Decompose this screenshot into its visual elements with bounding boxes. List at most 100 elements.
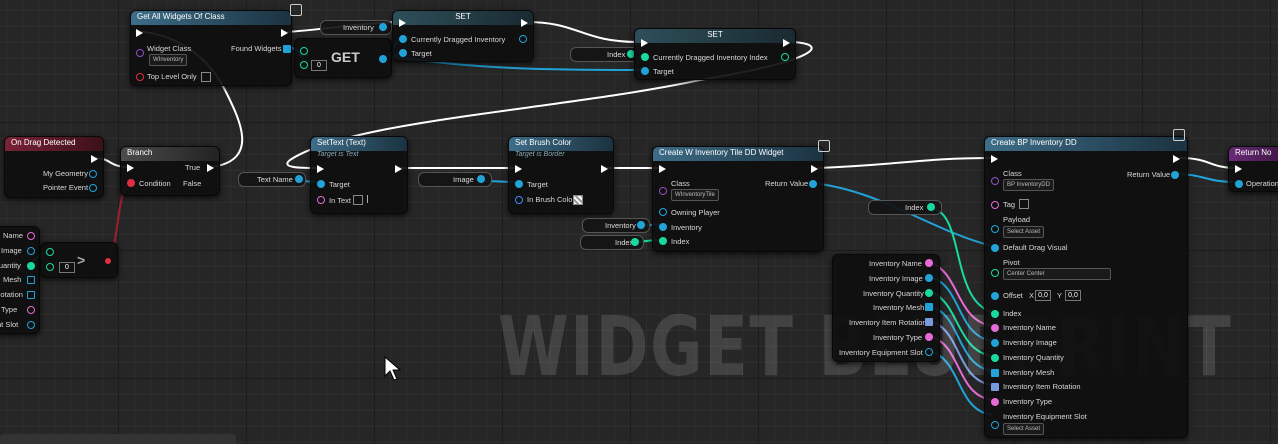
tag-input[interactable]	[1019, 199, 1029, 209]
left-variable-node[interactable]: Name Image Quantity Mesh Rotation Type n…	[0, 226, 40, 334]
var-quantity-pin[interactable]	[925, 289, 933, 297]
compare-a-pin[interactable]	[46, 248, 54, 256]
compare-out-pin[interactable]	[105, 258, 111, 264]
index-reroute-top[interactable]: Index	[570, 47, 640, 62]
bp-inv-slot-pin[interactable]	[991, 421, 999, 429]
pivot-dropdown[interactable]: Center Center	[1003, 268, 1111, 280]
exec-out-pin[interactable]	[1173, 155, 1180, 163]
create-bp-inventory-dd-node[interactable]: Create BP Inventory DD Class BP Inventor…	[984, 129, 1188, 438]
set-dragged-inventory-node[interactable]: SET Currently Dragged Inventory Target	[392, 10, 534, 62]
bp-index-pin[interactable]	[991, 310, 999, 318]
exec-out-pin[interactable]	[783, 39, 790, 47]
index-reroute-2[interactable]: Index	[580, 235, 644, 250]
slot-pin[interactable]	[27, 321, 35, 329]
index-reroute-2-pin[interactable]	[631, 238, 639, 246]
get-out-pin[interactable]	[379, 55, 387, 63]
class-pin[interactable]	[659, 187, 667, 195]
inventory-pin[interactable]	[659, 223, 667, 231]
class-dropdown[interactable]: BP InventoryDD	[1003, 179, 1054, 191]
text-name-pin[interactable]	[295, 175, 303, 183]
target-pin[interactable]	[399, 49, 407, 57]
offset-pin[interactable]	[991, 292, 999, 300]
var-image-pin[interactable]	[925, 274, 933, 282]
var-name-pin[interactable]	[925, 259, 933, 267]
get-all-widgets-node[interactable]: Get All Widgets Of Class Widget Class WI…	[130, 10, 292, 86]
type-pin[interactable]	[27, 306, 35, 314]
bp-inv-type-pin[interactable]	[991, 398, 999, 406]
payload-dropdown[interactable]: Select Asset	[1003, 226, 1045, 238]
payload-pin[interactable]	[991, 225, 999, 233]
get-node[interactable]: 0 GET	[294, 38, 392, 78]
exec-in-pin[interactable]	[136, 29, 143, 37]
widget-class-pin[interactable]	[136, 49, 144, 57]
false-pin[interactable]	[207, 180, 214, 188]
exec-in-pin[interactable]	[127, 164, 134, 172]
in-brush-pin[interactable]	[515, 196, 523, 204]
return-node[interactable]: Return No Operation	[1228, 146, 1278, 192]
get-index-pin[interactable]	[300, 61, 308, 69]
exec-out-pin[interactable]	[281, 29, 288, 37]
quantity-pin[interactable]	[27, 262, 35, 270]
brush-color-swatch[interactable]	[573, 195, 583, 205]
exec-in-pin[interactable]	[317, 165, 324, 173]
get-array-pin[interactable]	[300, 47, 308, 55]
pointer-event-pin[interactable]	[89, 184, 97, 192]
inventory-reroute-2[interactable]: Inventory	[582, 218, 650, 233]
target-pin[interactable]	[317, 180, 325, 188]
exec-in-pin[interactable]	[659, 165, 666, 173]
inventory-reroute-2-pin[interactable]	[637, 221, 645, 229]
bp-inv-name-pin[interactable]	[991, 324, 999, 332]
var-rotation-pin[interactable]	[925, 318, 933, 326]
default-drag-pin[interactable]	[991, 244, 999, 252]
operation-pin[interactable]	[1235, 180, 1243, 188]
condition-pin[interactable]	[127, 179, 135, 187]
exec-out-pin[interactable]	[395, 165, 402, 173]
exec-in-pin[interactable]	[1235, 165, 1242, 173]
get-index-input[interactable]: 0	[311, 60, 327, 71]
exec-in-pin[interactable]	[991, 155, 998, 163]
image-reroute[interactable]: Image	[418, 172, 492, 187]
on-drag-detected-node[interactable]: On Drag Detected My Geometry Pointer Eve…	[4, 136, 104, 198]
var-slot-pin[interactable]	[925, 348, 933, 356]
bottom-tab-bar[interactable]	[0, 434, 236, 444]
offset-x-input[interactable]: 0,0	[1035, 290, 1051, 301]
widget-class-dropdown[interactable]: WInventory	[149, 54, 188, 66]
branch-node[interactable]: Branch True Condition False	[120, 146, 220, 196]
index-reroute-3-pin[interactable]	[927, 203, 935, 211]
target-pin[interactable]	[515, 180, 523, 188]
inventory-reroute[interactable]: Inventory	[320, 20, 392, 35]
pivot-pin[interactable]	[991, 269, 999, 277]
return-value-pin[interactable]	[809, 180, 817, 188]
bp-inv-slot-dropdown[interactable]: Select Asset	[1003, 423, 1045, 435]
inventory-variables-node[interactable]: Inventory Name Inventory Image Inventory…	[832, 254, 940, 362]
mesh-pin[interactable]	[27, 276, 35, 284]
compare-b-input[interactable]: 0	[59, 262, 75, 273]
exec-out-pin[interactable]	[811, 165, 818, 173]
true-pin[interactable]	[207, 164, 214, 172]
target-pin[interactable]	[641, 67, 649, 75]
image-pin[interactable]	[27, 247, 35, 255]
owning-player-pin[interactable]	[659, 208, 667, 216]
set2-out-pin[interactable]	[781, 53, 789, 61]
set-dragged-index-node[interactable]: SET Currently Dragged Inventory Index Ta…	[634, 28, 796, 80]
exec-in-pin[interactable]	[515, 165, 522, 173]
tag-pin[interactable]	[991, 201, 999, 209]
top-level-checkbox[interactable]	[201, 72, 211, 82]
return-value-pin[interactable]	[1171, 171, 1179, 179]
var-type-pin[interactable]	[925, 333, 933, 341]
dragged-index-pin[interactable]	[641, 53, 649, 61]
my-geometry-pin[interactable]	[89, 170, 97, 178]
image-reroute-pin[interactable]	[477, 175, 485, 183]
in-text-input[interactable]	[353, 195, 363, 205]
exec-out-pin[interactable]	[521, 19, 528, 27]
rotation-pin[interactable]	[27, 291, 35, 299]
var-mesh-pin[interactable]	[925, 303, 933, 311]
set-brush-color-node[interactable]: Set Brush Color Target is Border Target …	[508, 136, 614, 214]
exec-out-pin[interactable]	[601, 165, 608, 173]
bp-inv-rotation-pin[interactable]	[991, 383, 999, 391]
index-reroute-3[interactable]: Index	[868, 200, 942, 215]
compare-node[interactable]: 0 >	[40, 242, 118, 278]
class-pin[interactable]	[991, 177, 999, 185]
class-dropdown[interactable]: WInventoryTile	[671, 189, 719, 201]
settext-node[interactable]: SetText (Text) Target is Text Target In …	[310, 136, 408, 214]
